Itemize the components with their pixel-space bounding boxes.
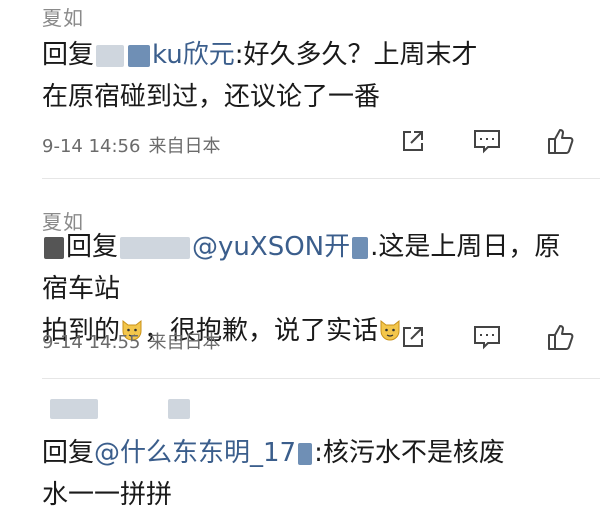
comment-button[interactable] <box>470 322 504 352</box>
comment-button[interactable] <box>470 126 504 156</box>
comment-meta: 9-14 14:56 来自日本 <box>42 132 228 158</box>
blurred-mention <box>120 236 191 259</box>
comment-actions <box>396 126 578 156</box>
blurred-avatar <box>96 44 125 67</box>
comment-text-line1: :核污水不是核废 <box>314 438 505 468</box>
mention-link[interactable]: @什么东东明_17 <box>94 438 296 468</box>
mention-link[interactable]: ku欣元 <box>152 40 235 70</box>
comment-meta: 9-14 14:55 来自日本 <box>42 328 228 354</box>
reply-prefix: 回复 <box>42 40 95 70</box>
comment-text-line2: 水一一拼拼 <box>42 480 173 510</box>
comment-actions <box>396 322 578 352</box>
thumbs-up-icon <box>548 129 574 154</box>
divider <box>42 378 600 379</box>
reply-prefix: 回复 <box>66 232 119 262</box>
share-icon <box>403 327 423 347</box>
share-icon <box>403 131 423 151</box>
blurred-username <box>50 398 98 419</box>
blurred-mention <box>298 442 313 465</box>
comment-2: 夏如 回复 @yuXSON开 .这是上周日，原宿车站 拍到的 ，很抱歉，说了实话 9-… <box>0 180 600 379</box>
comment-3: 回复@什么东东明_17 :核污水不是核废 水一一拼拼 <box>0 380 600 510</box>
comment-date: 9-14 14:56 <box>42 136 141 157</box>
comment-username[interactable]: 夏如 <box>42 2 84 31</box>
share-button[interactable] <box>396 322 430 352</box>
thumbs-up-icon <box>548 325 574 350</box>
blurred-mention <box>352 236 369 259</box>
blurred-mention <box>128 44 151 67</box>
comment-source: 来自日本 <box>148 136 221 157</box>
mention-link[interactable]: @yuXSON开 <box>192 232 350 262</box>
share-button[interactable] <box>396 126 430 156</box>
comment-username[interactable] <box>48 398 192 419</box>
comment-text: 回复@什么东东明_17 :核污水不是核废 水一一拼拼 <box>42 432 582 516</box>
comment-text-line1: :好久多久？上周末才 <box>234 40 478 70</box>
comment-icon <box>474 326 500 350</box>
comment-1: 夏如 回复 ku欣元:好久多久？上周末才 在原宿碰到过，还议论了一番 9-14 1… <box>0 0 600 180</box>
like-button[interactable] <box>544 322 578 352</box>
divider <box>42 178 600 179</box>
blurred-avatar <box>44 236 64 259</box>
blurred-username <box>168 398 190 419</box>
like-button[interactable] <box>544 126 578 156</box>
comment-source: 来自日本 <box>148 332 221 353</box>
comment-text: 回复 ku欣元:好久多久？上周末才 在原宿碰到过，还议论了一番 <box>42 34 582 118</box>
comment-text-line2: 在原宿碰到过，还议论了一番 <box>42 82 381 112</box>
reply-prefix: 回复 <box>42 438 95 468</box>
comment-date: 9-14 14:55 <box>42 332 141 353</box>
comment-icon <box>474 130 500 154</box>
